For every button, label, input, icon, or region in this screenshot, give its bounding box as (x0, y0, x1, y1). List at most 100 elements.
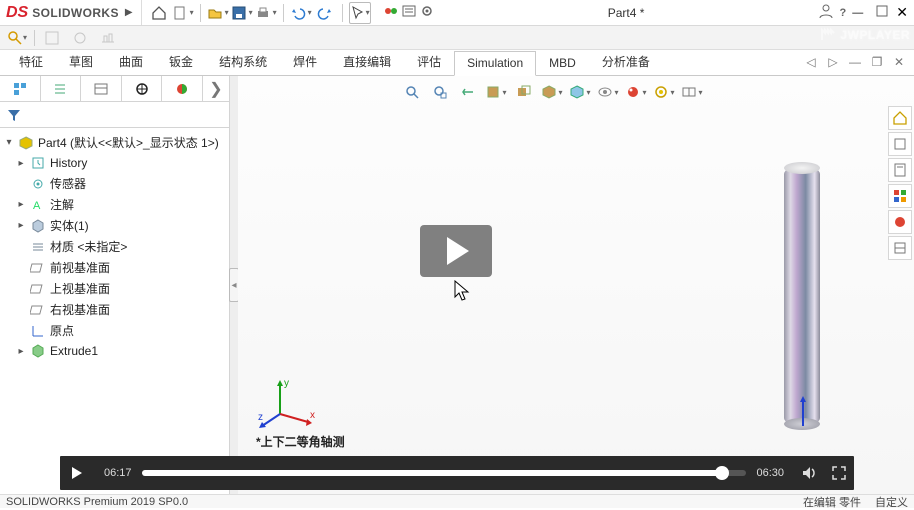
tab-prev-button[interactable]: ◁ (802, 53, 820, 71)
expand-icon[interactable]: ▸ (16, 199, 26, 210)
plane-icon (30, 260, 46, 276)
user-icon[interactable] (818, 3, 834, 22)
tab-next-button[interactable]: ▷ (824, 53, 842, 71)
notifications-icon[interactable]: ? (840, 7, 847, 19)
tree-node[interactable]: 上视基准面 (0, 278, 229, 299)
material-icon (30, 239, 46, 255)
viewport-settings-icon[interactable] (680, 80, 704, 104)
zoom-area-icon[interactable] (428, 80, 452, 104)
select-button[interactable] (349, 2, 371, 24)
tab-草图[interactable]: 草图 (56, 48, 106, 75)
tab-结构系统[interactable]: 结构系统 (206, 48, 280, 75)
tree-node[interactable]: ▸History (0, 153, 229, 173)
taskpane-home-icon[interactable] (888, 106, 912, 130)
fm-tab-property-manager[interactable] (41, 76, 82, 101)
print-button[interactable] (255, 2, 277, 24)
hide-show-icon[interactable] (596, 80, 620, 104)
triad-z: z (258, 412, 263, 423)
traffic-lights-icon[interactable] (383, 3, 399, 22)
triad-y: y (284, 378, 289, 389)
tab-焊件[interactable]: 焊件 (280, 48, 330, 75)
logo-chevron-icon[interactable]: ▶ (125, 7, 133, 18)
fm-tab-display[interactable] (162, 76, 203, 101)
graphics-viewport[interactable]: y x z *上下二等角轴测 (238, 76, 914, 494)
tree-node[interactable]: ▸Extrude1 (0, 341, 229, 361)
tree-node-label: 注解 (50, 196, 74, 213)
view-triad: y x z (258, 374, 318, 434)
annotation-icon: A (30, 197, 46, 213)
fm-tab-feature-tree[interactable] (0, 76, 41, 101)
expand-icon[interactable]: ▸ (16, 220, 26, 231)
options-button[interactable] (401, 3, 417, 22)
tab-评估[interactable]: 评估 (404, 48, 454, 75)
heads-up-view-toolbar (400, 80, 704, 104)
video-play-small-button[interactable] (60, 456, 94, 490)
tab-钣金[interactable]: 钣金 (156, 48, 206, 75)
previous-view-icon[interactable] (456, 80, 480, 104)
tab-特征[interactable]: 特征 (6, 48, 56, 75)
taskpane-resources-icon[interactable] (888, 132, 912, 156)
viewport-close-button[interactable]: ✕ (890, 53, 908, 71)
viewport-restore-button[interactable]: ❐ (868, 53, 886, 71)
video-seek-track[interactable] (142, 470, 747, 476)
plane-icon (30, 281, 46, 297)
status-version: SOLIDWORKS Premium 2019 SP0.0 (6, 496, 188, 508)
appearance-icon[interactable] (624, 80, 648, 104)
scene-icon[interactable] (652, 80, 676, 104)
tree-node[interactable]: 原点 (0, 320, 229, 341)
model-cylinder[interactable] (784, 166, 820, 426)
minimize-button[interactable]: — (852, 7, 868, 19)
save-button[interactable] (231, 2, 253, 24)
plane-icon (30, 302, 46, 318)
status-edit-mode: 在编辑 零件 (803, 494, 861, 510)
new-button[interactable] (172, 2, 194, 24)
fm-tab-more[interactable]: ❯ (203, 76, 229, 101)
tab-分析准备[interactable]: 分析准备 (589, 48, 663, 75)
search-icon[interactable]: ▾ (6, 28, 28, 48)
video-seek-knob[interactable] (715, 466, 729, 480)
tree-node[interactable]: ▸实体(1) (0, 215, 229, 236)
tab-直接编辑[interactable]: 直接编辑 (330, 48, 404, 75)
tree-node[interactable]: 前视基准面 (0, 257, 229, 278)
taskpane-custom-props-icon[interactable] (888, 236, 912, 260)
section-view-icon[interactable] (484, 80, 508, 104)
expand-icon[interactable]: ▸ (16, 158, 26, 169)
tree-node-label: 上视基准面 (50, 280, 110, 297)
tree-node[interactable]: ▸ A注解 (0, 194, 229, 215)
command-tabs: 特征草图曲面钣金结构系统焊件直接编辑评估SimulationMBD分析准备 ◁ … (0, 50, 914, 76)
settings-button[interactable] (419, 3, 435, 22)
video-fullscreen-button[interactable] (824, 456, 854, 490)
collapse-icon[interactable]: ▾ (4, 137, 14, 148)
display-style-icon[interactable] (568, 80, 592, 104)
dynamic-view-icon[interactable] (512, 80, 536, 104)
tree-root[interactable]: ▾ Part4 (默认<<默认>_显示状态 1>) (0, 132, 229, 153)
taskpane-design-library-icon[interactable] (888, 158, 912, 182)
tab-Simulation[interactable]: Simulation (454, 51, 536, 76)
funnel-icon[interactable] (6, 107, 22, 123)
status-custom[interactable]: 自定义 (875, 494, 908, 510)
tab-MBD[interactable]: MBD (536, 51, 589, 75)
close-button[interactable]: ✕ (896, 4, 908, 21)
feature-tree[interactable]: ▾ Part4 (默认<<默认>_显示状态 1>) ▸History传感器 ▸ A注… (0, 128, 229, 494)
panel-splitter[interactable]: ◂ (230, 76, 238, 494)
taskpane-view-palette-icon[interactable] (888, 184, 912, 208)
video-play-button[interactable] (420, 225, 492, 277)
mouse-cursor-icon (454, 280, 472, 302)
tree-node[interactable]: 右视基准面 (0, 299, 229, 320)
zoom-fit-icon[interactable] (400, 80, 424, 104)
fm-tab-configuration[interactable] (81, 76, 122, 101)
video-volume-button[interactable] (794, 456, 824, 490)
taskpane-appearances-icon[interactable] (888, 210, 912, 234)
maximize-button[interactable] (874, 3, 890, 22)
tree-node[interactable]: 传感器 (0, 173, 229, 194)
expand-icon[interactable]: ▸ (16, 346, 26, 357)
tab-曲面[interactable]: 曲面 (106, 48, 156, 75)
fm-tab-dimxpert[interactable] (122, 76, 163, 101)
view-orientation-icon[interactable] (540, 80, 564, 104)
redo-button[interactable] (314, 2, 336, 24)
open-button[interactable] (207, 2, 229, 24)
tree-node[interactable]: 材质 <未指定> (0, 236, 229, 257)
viewport-minimize-button[interactable]: — (846, 53, 864, 71)
home-button[interactable] (148, 2, 170, 24)
undo-button[interactable] (290, 2, 312, 24)
